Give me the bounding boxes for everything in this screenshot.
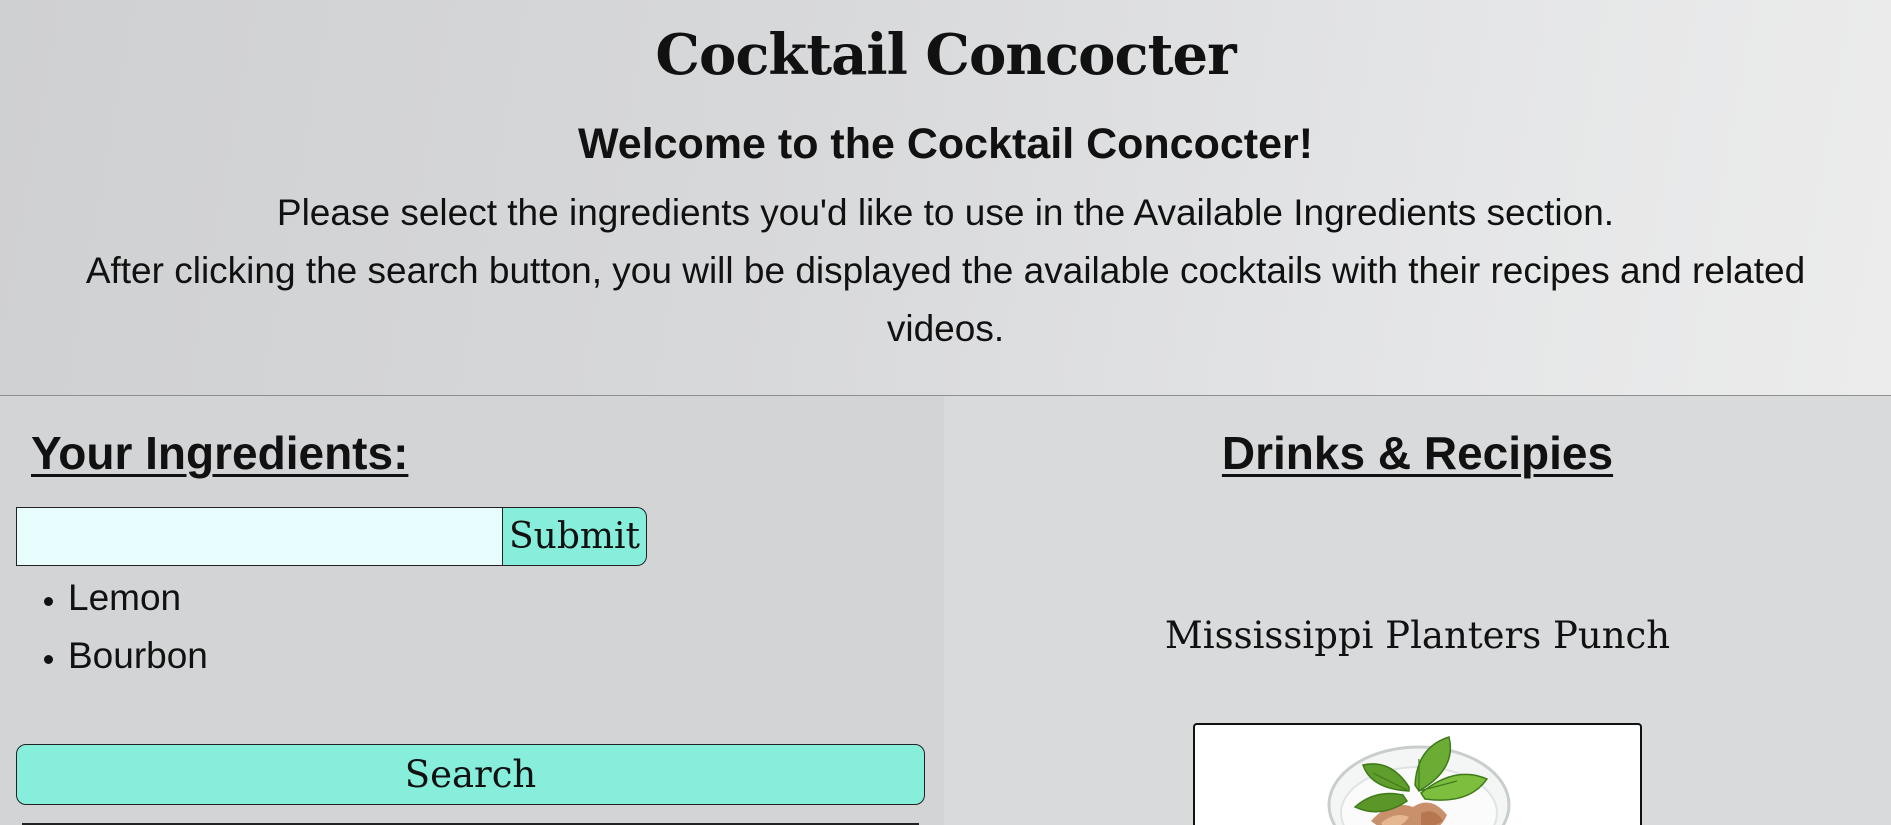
ingredient-item: Bourbon [68, 627, 208, 685]
drinks-panel: Drinks & Recipies Mississippi Planters P… [944, 396, 1891, 825]
ingredient-list: Lemon Bourbon [0, 569, 208, 685]
intro-text: Please select the ingredients you'd like… [30, 184, 1861, 358]
drink-name[interactable]: Mississippi Planters Punch [944, 614, 1891, 657]
ingredient-form: Submit [16, 507, 647, 566]
welcome-heading: Welcome to the Cocktail Concocter! [577, 120, 1314, 168]
ingredients-panel: Your Ingredients: Submit Lemon Bourbon S… [0, 396, 944, 825]
drinks-heading-wrap: Drinks & Recipies [944, 426, 1891, 480]
site-header: Cocktail Concocter Welcome to the Cockta… [0, 0, 1891, 396]
drink-image[interactable] [1193, 723, 1642, 825]
drinks-heading: Drinks & Recipies [1221, 427, 1614, 479]
cocktail-glass-with-mint-icon [1327, 736, 1511, 825]
site-title: Cocktail Concocter [655, 22, 1236, 88]
search-button[interactable]: Search [16, 744, 925, 805]
ingredient-item: Lemon [68, 569, 208, 627]
intro-line-2: After clicking the search button, you wi… [85, 250, 1806, 349]
ingredients-heading: Your Ingredients: [31, 427, 409, 479]
intro-line-1: Please select the ingredients you'd like… [276, 192, 1615, 233]
submit-button[interactable]: Submit [503, 507, 647, 566]
ingredient-input[interactable] [16, 507, 503, 566]
